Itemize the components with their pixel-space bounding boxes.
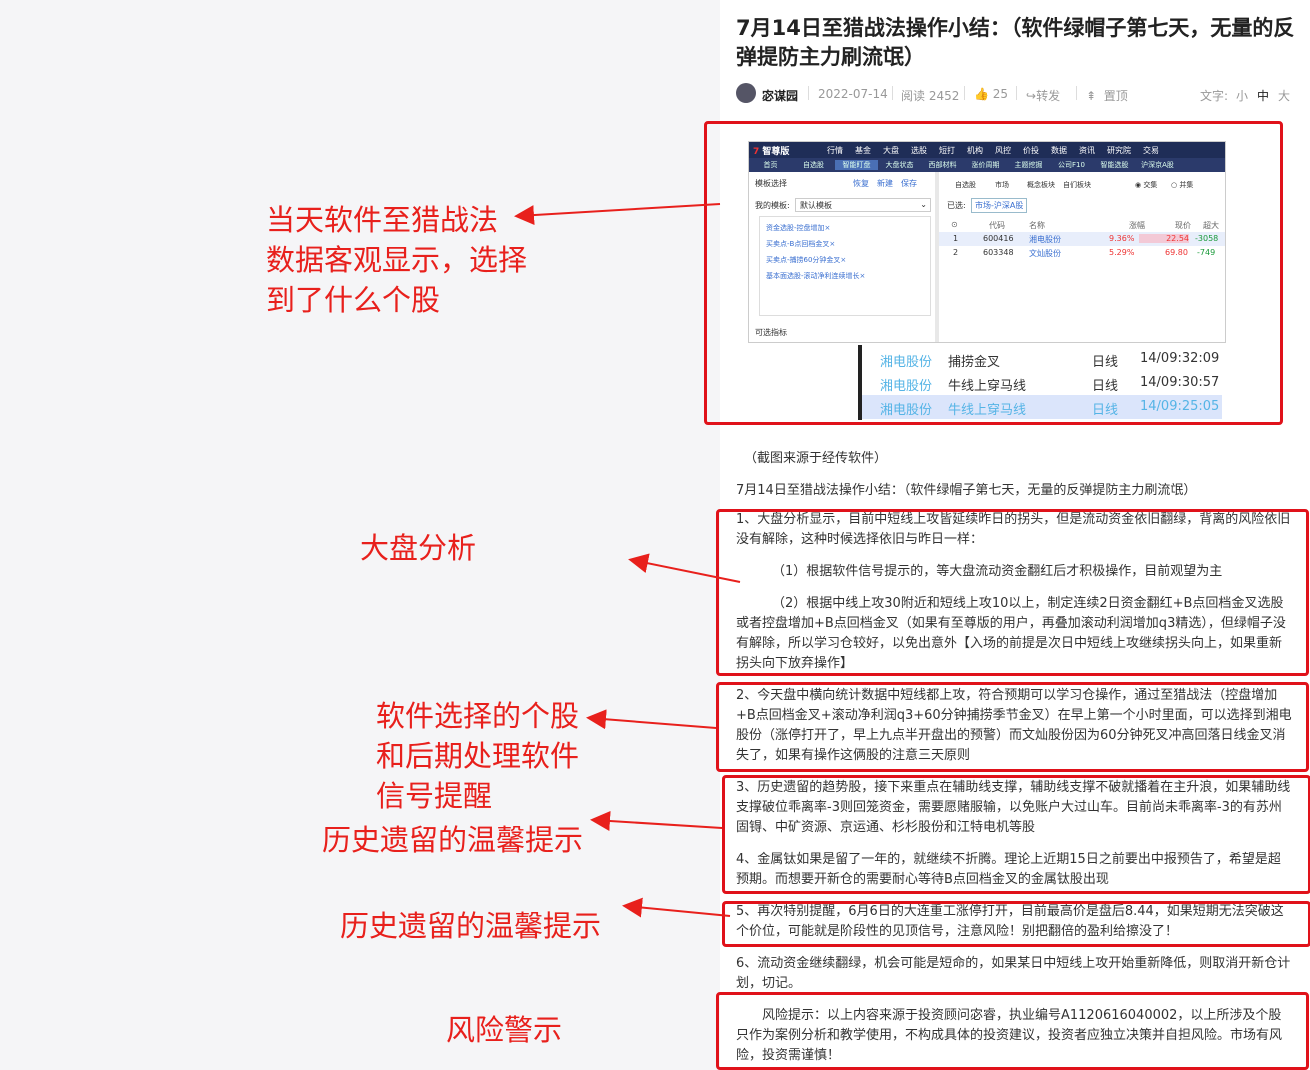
arrow xyxy=(586,709,717,730)
arrow xyxy=(622,897,731,918)
arrow xyxy=(514,203,721,226)
arrow xyxy=(628,553,741,583)
annotation-arrows xyxy=(514,203,741,918)
arrow xyxy=(590,811,723,831)
